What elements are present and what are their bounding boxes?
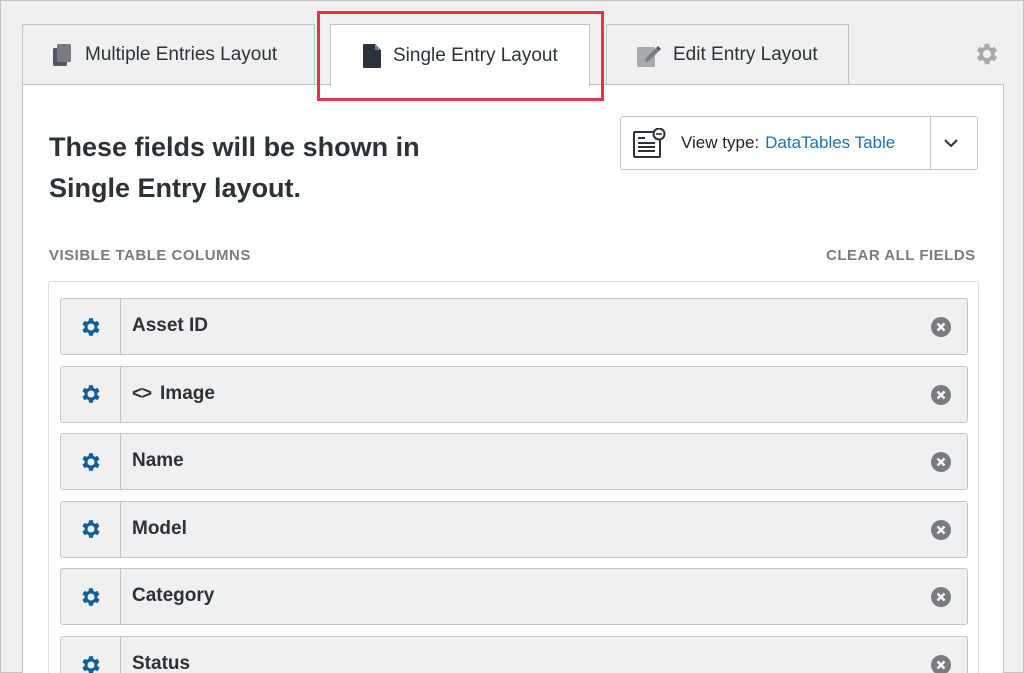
single-page-icon [363,43,381,68]
field-label-text: Asset ID [132,315,209,336]
field-label-text: Name [132,450,184,472]
view-type-select[interactable]: View type: DataTables Table [620,116,978,170]
tab-label: Edit Entry Layout [673,43,818,65]
code-icon: <> [132,383,152,404]
field-row[interactable]: <> Image [60,365,968,423]
visible-columns-label: VISIBLE TABLE COLUMNS [49,247,251,264]
field-row[interactable]: Model [60,500,968,558]
tab-edit-entry-layout[interactable]: Edit Entry Layout [606,24,849,84]
tab-label: Single Entry Layout [393,44,558,66]
datatables-icon [633,128,667,158]
remove-field-icon[interactable] [931,655,951,673]
field-label: Status [132,653,190,673]
field-settings-gear-icon[interactable] [61,501,121,557]
gear-icon[interactable] [973,40,1001,73]
tab-single-entry-layout[interactable]: Single Entry Layout [330,24,590,86]
field-label: Category [132,585,214,607]
field-settings-gear-icon[interactable] [61,637,121,673]
field-settings-gear-icon[interactable] [61,569,121,625]
remove-field-icon[interactable] [931,587,951,608]
field-label: Model [132,518,187,540]
field-label-text: Image [160,382,215,404]
multiple-pages-icon [53,43,73,66]
field-label-text: Status [132,653,191,673]
divider [930,117,931,169]
app-frame: Multiple Entries Layout Single Entry Lay… [0,0,1024,673]
field-row[interactable]: Category [60,568,968,626]
field-label-text: Category [132,585,215,607]
field-label: Asset ID [132,315,208,337]
field-row[interactable]: Status [60,636,968,673]
view-type-label: View type: [681,133,760,152]
layout-panel: These fields will be shown in Single Ent… [22,84,1004,673]
clear-all-fields-link[interactable]: CLEAR ALL FIELDS [826,247,976,264]
field-label: <> Image [132,383,215,405]
remove-field-icon[interactable] [931,317,951,337]
field-settings-gear-icon[interactable] [61,434,121,490]
remove-field-icon[interactable] [931,519,951,540]
field-row[interactable]: Name [60,433,968,491]
field-label-text: Model [132,517,187,539]
tab-label: Multiple Entries Layout [85,43,278,65]
field-label: Name [132,450,184,472]
tab-multiple-entries-layout[interactable]: Multiple Entries Layout [22,24,315,84]
chevron-down-icon[interactable] [943,135,959,156]
fields-list: Asset ID <> Image Name Model Category Status [48,281,979,673]
remove-field-icon[interactable] [931,452,951,473]
field-settings-gear-icon[interactable] [61,299,121,354]
field-row[interactable]: Asset ID [60,298,968,355]
page-title: These fields will be shown in Single Ent… [49,132,420,203]
edit-page-icon [637,43,661,67]
remove-field-icon[interactable] [931,384,951,405]
field-settings-gear-icon[interactable] [61,366,121,422]
view-type-value: DataTables Table [765,133,896,152]
